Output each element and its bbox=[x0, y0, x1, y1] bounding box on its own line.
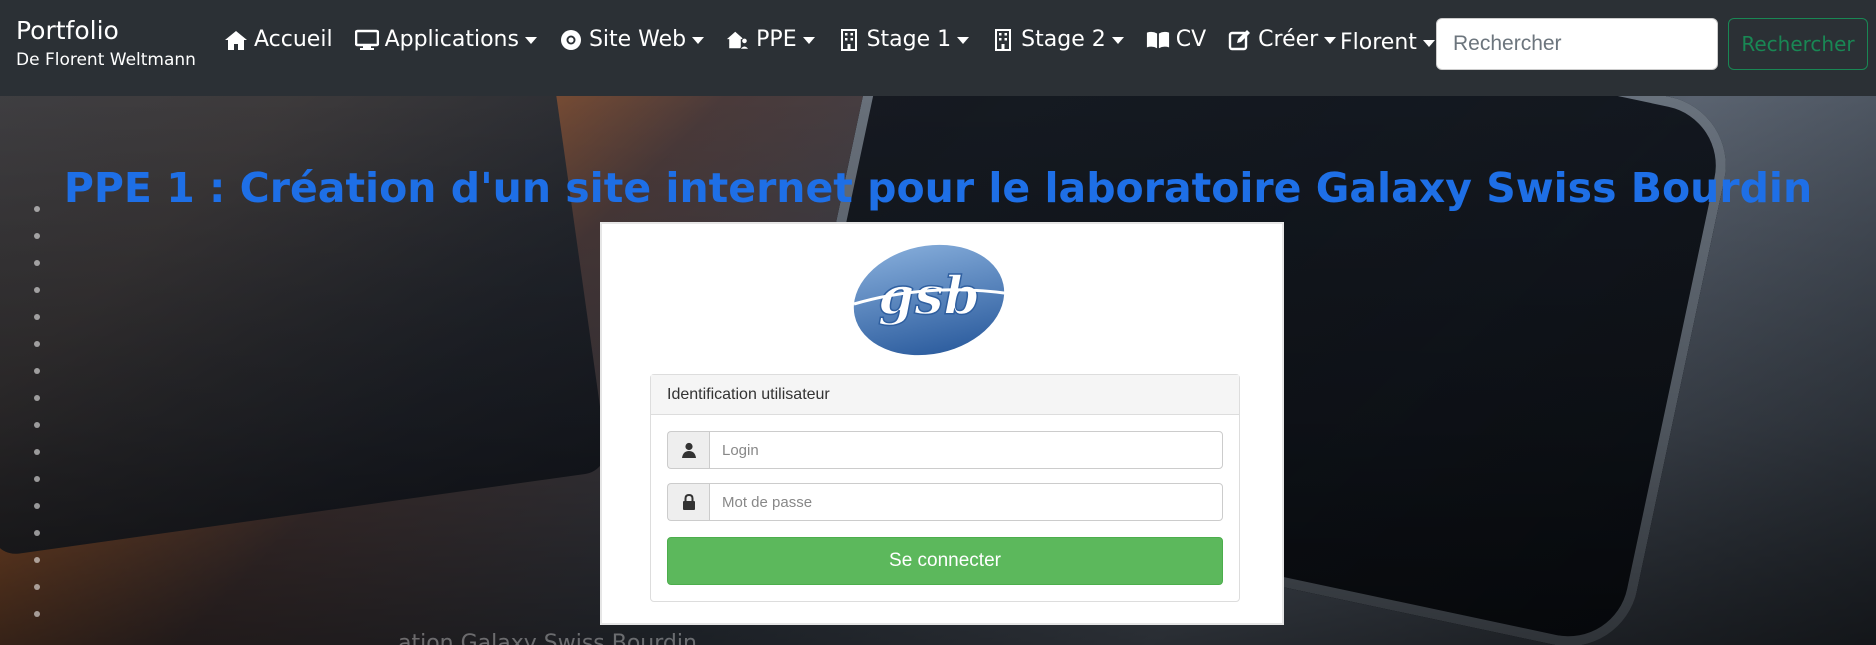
hero-caption: ... ation Galaxy Swiss Bourdin ... bbox=[370, 631, 725, 645]
home-icon bbox=[224, 28, 248, 52]
nav-label-creer: Créer bbox=[1258, 27, 1319, 52]
edit-icon bbox=[1228, 28, 1252, 52]
gsb-logo: gsb bbox=[853, 244, 1013, 356]
carousel-dot[interactable] bbox=[34, 341, 40, 347]
nav-label-cv: CV bbox=[1175, 27, 1207, 52]
chevron-down-icon bbox=[957, 37, 970, 44]
user-icon bbox=[667, 431, 709, 469]
nav-label-stage2: Stage 2 bbox=[1021, 27, 1106, 52]
carousel-dot[interactable] bbox=[34, 368, 40, 374]
user-name: Florent bbox=[1340, 30, 1417, 55]
login-card: gsb Identification utilisateur Login Se … bbox=[608, 230, 1276, 617]
user-menu[interactable]: Florent bbox=[1340, 30, 1435, 55]
brand[interactable]: Portfolio De Florent Weltmann bbox=[16, 16, 196, 72]
chevron-down-icon bbox=[802, 37, 815, 44]
nav-label-applications: Applications bbox=[384, 27, 519, 52]
gsb-logo-text: gsb bbox=[878, 266, 980, 327]
search-button[interactable]: Rechercher bbox=[1728, 18, 1868, 70]
password-input[interactable] bbox=[709, 483, 1223, 521]
login-button[interactable]: Se connecter bbox=[667, 537, 1223, 585]
panel-title: Identification utilisateur bbox=[651, 375, 1239, 415]
chevron-down-icon bbox=[1111, 37, 1124, 44]
carousel-dot[interactable] bbox=[34, 584, 40, 590]
chevron-down-icon bbox=[1324, 37, 1337, 44]
login-panel: Identification utilisateur Se connecter bbox=[650, 374, 1240, 602]
nav-item-applications[interactable]: Applications bbox=[354, 27, 537, 52]
house-user-icon bbox=[726, 28, 751, 52]
brand-title[interactable]: Portfolio bbox=[16, 16, 196, 46]
carousel-dot[interactable] bbox=[34, 503, 40, 509]
search-input[interactable] bbox=[1436, 18, 1718, 70]
nav-item-cv[interactable]: CV bbox=[1146, 27, 1206, 52]
chevron-down-icon bbox=[524, 37, 537, 44]
chrome-icon bbox=[559, 28, 583, 52]
hero-section: PPE 1 : Création d'un site internet pour… bbox=[0, 96, 1876, 645]
password-field bbox=[667, 483, 1223, 521]
nav-item-accueil[interactable]: Accueil bbox=[224, 27, 333, 52]
carousel-dot[interactable] bbox=[34, 611, 40, 617]
nav-item-creer[interactable]: Créer bbox=[1228, 27, 1337, 52]
carousel-dot[interactable] bbox=[34, 233, 40, 239]
nav-label-ppe: PPE bbox=[756, 27, 797, 52]
carousel-dot[interactable] bbox=[34, 260, 40, 266]
main-nav: Accueil Applications Site Web PPE Stage … bbox=[224, 27, 1358, 52]
desktop-icon bbox=[354, 28, 379, 52]
building-icon bbox=[991, 28, 1015, 52]
carousel-indicators bbox=[34, 206, 40, 638]
page-title: PPE 1 : Création d'un site internet pour… bbox=[63, 164, 1813, 212]
nav-item-stage1[interactable]: Stage 1 bbox=[837, 27, 970, 52]
carousel-dot[interactable] bbox=[34, 449, 40, 455]
carousel-dot[interactable] bbox=[34, 530, 40, 536]
nav-item-ppe[interactable]: PPE bbox=[726, 27, 815, 52]
carousel-dot[interactable] bbox=[34, 422, 40, 428]
chevron-down-icon bbox=[692, 37, 705, 44]
carousel-dot[interactable] bbox=[34, 476, 40, 482]
chevron-down-icon bbox=[1422, 40, 1435, 47]
login-input[interactable] bbox=[709, 431, 1223, 469]
nav-label-stage1: Stage 1 bbox=[866, 27, 952, 52]
lock-icon bbox=[667, 483, 709, 521]
brand-subtitle: De Florent Weltmann bbox=[16, 50, 196, 70]
nav-item-site-web[interactable]: Site Web bbox=[559, 27, 705, 52]
nav-item-stage2[interactable]: Stage 2 bbox=[991, 27, 1124, 52]
login-field bbox=[667, 431, 1223, 469]
building-icon bbox=[837, 28, 861, 52]
carousel-dot[interactable] bbox=[34, 314, 40, 320]
nav-label-site-web: Site Web bbox=[588, 27, 687, 52]
nav-label-accueil: Accueil bbox=[254, 27, 333, 52]
carousel-dot[interactable] bbox=[34, 557, 40, 563]
carousel-dot[interactable] bbox=[34, 287, 40, 293]
top-navbar: Portfolio De Florent Weltmann Accueil Ap… bbox=[0, 0, 1876, 96]
screenshot-frame: gsb Identification utilisateur Login Se … bbox=[600, 222, 1284, 625]
book-open-icon bbox=[1146, 28, 1170, 52]
carousel-dot[interactable] bbox=[34, 395, 40, 401]
